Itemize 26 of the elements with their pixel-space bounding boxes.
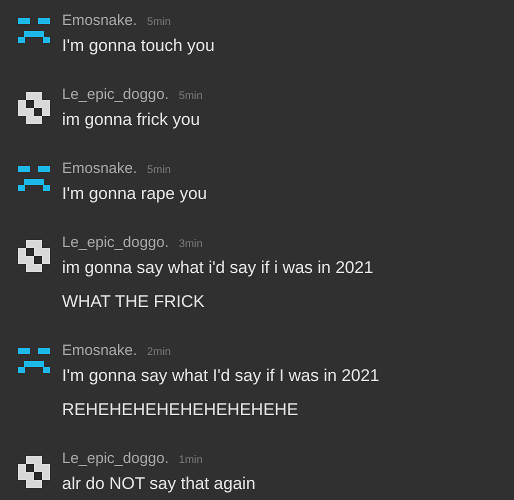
sad-face-icon: [18, 18, 50, 44]
author-name: Le_epic_doggo.: [62, 450, 169, 467]
pixel-avatar-icon: [18, 240, 50, 272]
sad-face-icon: [18, 166, 50, 192]
author-name: Emosnake.: [62, 342, 138, 359]
author-name: Emosnake.: [62, 160, 138, 177]
message-text: WHAT THE FRICK: [62, 291, 206, 313]
message-text: I'm gonna rape you: [62, 183, 208, 205]
author-name: Emosnake.: [62, 12, 138, 29]
timestamp: 3min: [178, 238, 203, 250]
message-text: I'm gonna say what I'd say if I was in 2021: [62, 365, 380, 387]
timestamp: 5min: [147, 16, 171, 28]
message-text: im gonna say what i'd say if i was in 2021: [62, 257, 374, 279]
author-name: Le_epic_doggo.: [62, 86, 169, 103]
sad-face-icon: [18, 348, 50, 374]
message-text: REHEHEHEHEHEHEHEHEHE: [62, 399, 300, 421]
timestamp: 1min: [178, 454, 203, 466]
timestamp: 5min: [178, 90, 203, 102]
message-text: I'm gonna touch you: [62, 35, 215, 57]
pixel-avatar-icon: [18, 92, 50, 124]
message-text: im gonna frick you: [62, 109, 201, 131]
message-text: alr do NOT say that again: [62, 473, 256, 495]
pixel-avatar-icon: [18, 456, 50, 488]
timestamp: 5min: [147, 164, 171, 176]
timestamp: 2min: [147, 346, 171, 358]
author-name: Le_epic_doggo.: [62, 234, 169, 251]
